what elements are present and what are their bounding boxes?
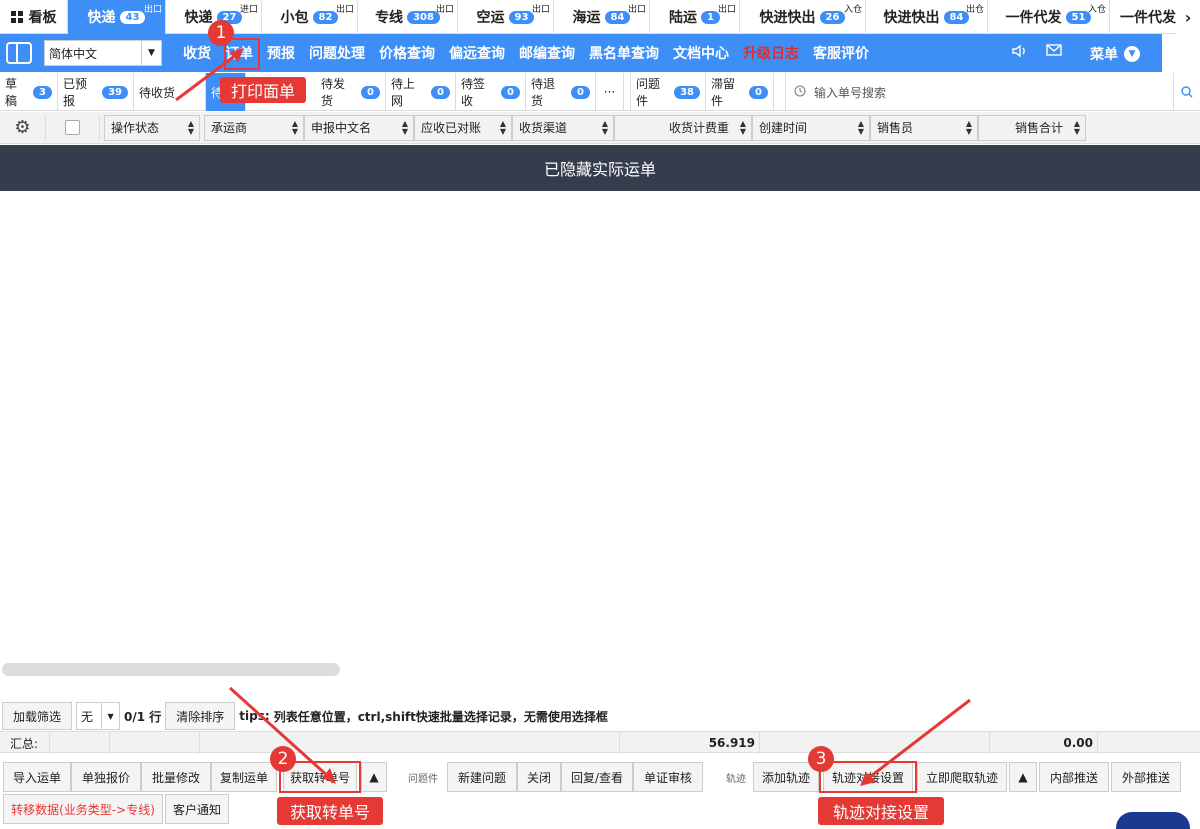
caret-up-icon[interactable]: ▲ — [361, 762, 387, 792]
document-review-button[interactable]: 单证审核 — [633, 762, 703, 792]
nav-forecast[interactable]: 预报 — [260, 43, 302, 63]
nav-price-query[interactable]: 价格查询 — [372, 43, 442, 63]
column-carrier[interactable]: 承运商 ▲ ▼ — [204, 114, 304, 141]
reply-view-button[interactable]: 回复/查看 — [561, 762, 633, 792]
status-tabs: 草稿 3 已预报 39 待收货 待 待发货 0 待上网 0 待签收 0 待退货 … — [0, 73, 1200, 111]
callout-track-settings: 轨迹对接设置 — [818, 797, 944, 825]
crawl-track-button[interactable]: 立即爬取轨迹 — [917, 762, 1007, 792]
rows-info: 0/1 行 — [124, 709, 162, 724]
column-receive-channel[interactable]: 收货渠道 ▲ ▼ — [512, 114, 614, 141]
mail-icon[interactable] — [1046, 44, 1062, 62]
tab-express-export[interactable]: 快递 43 出口 — [68, 0, 166, 34]
track-group-label: 轨迹 — [726, 774, 746, 785]
summary-label: 汇总: — [0, 732, 50, 754]
tab-dashboard[interactable]: 看板 — [0, 0, 68, 34]
status-tab-stranded[interactable]: 滞留件 0 — [706, 73, 774, 111]
chevron-right-icon[interactable]: › — [1176, 0, 1200, 34]
tab-land[interactable]: 陆运 1 出口 — [650, 0, 740, 34]
clock-icon — [794, 85, 806, 100]
nav-issues[interactable]: 问题处理 — [302, 43, 372, 63]
tab-quick-out[interactable]: 快进快出 84 出仓 — [866, 0, 988, 34]
status-tab-forecasted[interactable]: 已预报 39 — [58, 73, 134, 111]
status-tab-pending-sign[interactable]: 待签收 0 — [456, 73, 526, 111]
select-all-checkbox[interactable] — [46, 114, 100, 141]
tab-dropship-in[interactable]: 一件代发 51 入仓 — [988, 0, 1110, 34]
issue-group-label: 问题件 — [408, 774, 438, 785]
tips-text: 列表任意位置，ctrl,shift快速批量选择记录，无需使用选择框 — [273, 709, 608, 724]
status-tab-draft[interactable]: 草稿 3 — [0, 73, 58, 111]
nav-docs[interactable]: 文档中心 — [666, 43, 736, 63]
filter-select[interactable]: 无 ▼ — [76, 702, 121, 730]
status-tab-pending-ship[interactable]: 待发货 0 — [316, 73, 386, 111]
new-issue-button[interactable]: 新建问题 — [447, 762, 517, 792]
caret-up-icon[interactable]: ▲ — [1009, 762, 1037, 792]
copy-waybill-button[interactable]: 复制运单 — [211, 762, 277, 792]
main-nav: 简体中文 ▼ 收货 订单 预报 问题处理 价格查询 偏远查询 邮编查询 黑名单查… — [0, 34, 1162, 72]
column-sales-total[interactable]: 销售合计 ▲ ▼ — [978, 114, 1086, 141]
notify-customer-button[interactable]: 客户通知 — [165, 794, 229, 824]
status-tab-pending-online[interactable]: 待上网 0 — [386, 73, 456, 111]
hidden-waybill-banner: 已隐藏实际运单 — [0, 145, 1200, 191]
language-select[interactable]: 简体中文 ▼ — [44, 40, 162, 66]
status-tab-problem[interactable]: 问题件 38 — [630, 73, 706, 111]
callout-get-transfer: 获取转单号 — [277, 797, 383, 825]
status-tab-pending-return[interactable]: 待退货 0 — [526, 73, 596, 111]
tab-quick-in[interactable]: 快进快出 26 入仓 — [740, 0, 866, 34]
chevron-down-icon: ▼ — [101, 703, 119, 729]
filter-bar: 加载筛选 无 ▼ 0/1 行 清除排序 tips: 列表任意位置，ctrl,sh… — [0, 702, 1200, 730]
chat-widget[interactable] — [1116, 812, 1190, 829]
top-tabs: 看板 快递 43 出口 快递 27 进口 小包 82 出口 专线 308 出口 … — [0, 0, 1200, 34]
nav-feedback[interactable]: 客服评价 — [806, 43, 876, 63]
grid-icon — [10, 11, 23, 23]
column-created-time[interactable]: 创建时间 ▲ ▼ — [752, 114, 870, 141]
summary-weight: 56.919 — [620, 732, 760, 754]
column-headers: ⚙ 操作状态 ▲ ▼ 承运商 ▲ ▼ 申报中文名 ▲ ▼ 应收已对账 ▲ ▼ 收货渠道 ▲ ▼ 收货… — [0, 112, 1200, 144]
close-button[interactable]: 关闭 — [517, 762, 561, 792]
step-badge-1: 1 — [208, 20, 234, 46]
clear-sort-button[interactable]: 清除排序 — [165, 702, 236, 730]
chevron-down-icon: ▼ — [141, 41, 161, 65]
gear-icon[interactable]: ⚙ — [0, 114, 46, 141]
tab-sea[interactable]: 海运 84 出口 — [554, 0, 650, 34]
nav-remote-query[interactable]: 偏远查询 — [442, 43, 512, 63]
tab-air[interactable]: 空运 93 出口 — [458, 0, 554, 34]
tips-label: tips: — [239, 709, 270, 723]
summary-row: 汇总: 56.919 0.00 — [0, 731, 1200, 754]
speaker-icon[interactable] — [1012, 44, 1028, 62]
summary-total: 0.00 — [990, 732, 1098, 754]
nav-blacklist-query[interactable]: 黑名单查询 — [582, 43, 666, 63]
search-icon[interactable] — [1173, 73, 1200, 111]
column-receivable-reconciled[interactable]: 应收已对账 ▲ ▼ — [414, 114, 512, 141]
add-track-button[interactable]: 添加轨迹 — [753, 762, 819, 792]
nav-changelog[interactable]: 升级日志 — [736, 43, 806, 63]
callout-print-label: 打印面单 — [220, 77, 306, 103]
horizontal-scrollbar[interactable] — [2, 663, 340, 676]
step-badge-3: 3 — [808, 746, 834, 772]
batch-edit-button[interactable]: 批量修改 — [141, 762, 211, 792]
column-salesperson[interactable]: 销售员 ▲ ▼ — [870, 114, 978, 141]
menu-button[interactable]: 菜单 ▼ — [1090, 44, 1140, 64]
import-waybill-button[interactable]: 导入运单 — [3, 762, 71, 792]
more-icon[interactable]: ··· — [596, 73, 624, 111]
action-bar: 导入运单 单独报价 批量修改 复制运单 获取转单号 ▲ 问题件 新建问题 关闭 … — [0, 762, 1200, 792]
load-filter-button[interactable]: 加载筛选 — [2, 702, 73, 730]
column-declared-name[interactable]: 申报中文名 ▲ ▼ — [304, 114, 414, 141]
status-tab-pending-receive[interactable]: 待收货 — [134, 73, 206, 111]
sidebar-toggle-icon[interactable] — [6, 42, 32, 64]
tab-parcel[interactable]: 小包 82 出口 — [262, 0, 358, 34]
single-quote-button[interactable]: 单独报价 — [71, 762, 141, 792]
column-chargeable-weight[interactable]: 收货计费重 ▲ ▼ — [614, 114, 752, 141]
tab-dedicated-line[interactable]: 专线 308 出口 — [358, 0, 458, 34]
highlight-track-settings — [819, 761, 917, 793]
chevron-down-icon: ▼ — [1124, 46, 1140, 62]
column-status[interactable]: 操作状态 ▲ ▼ — [104, 114, 200, 141]
step-badge-2: 2 — [270, 746, 296, 772]
internal-push-button[interactable]: 内部推送 — [1039, 762, 1109, 792]
nav-postcode-query[interactable]: 邮编查询 — [512, 43, 582, 63]
action-bar-secondary: 转移数据(业务类型->专线) 客户通知 — [0, 794, 1200, 824]
nav-receive[interactable]: 收货 — [176, 43, 218, 63]
external-push-button[interactable]: 外部推送 — [1111, 762, 1181, 792]
search-input[interactable]: 输入单号搜索 — [785, 73, 1173, 111]
transfer-data-button[interactable]: 转移数据(业务类型->专线) — [3, 794, 163, 824]
